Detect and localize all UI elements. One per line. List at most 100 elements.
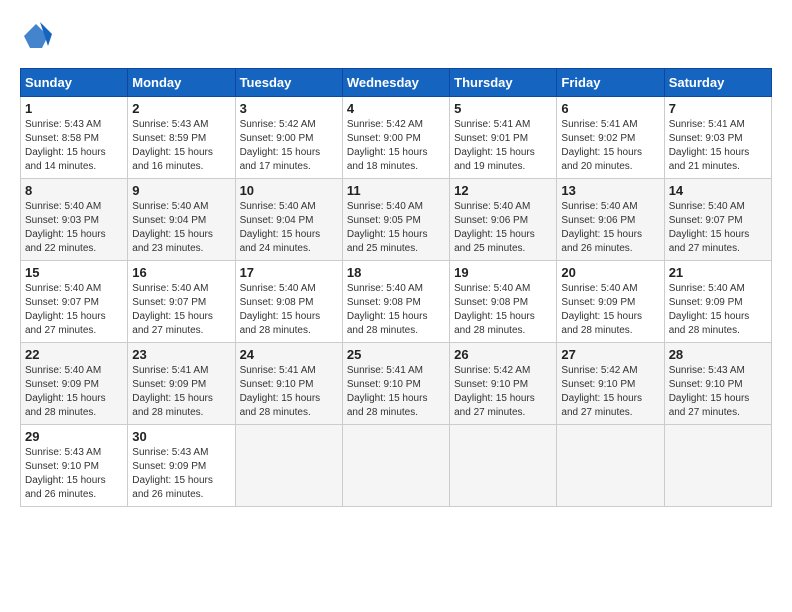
day-number: 17 — [240, 265, 338, 280]
calendar-cell: 21 Sunrise: 5:40 AM Sunset: 9:09 PM Dayl… — [664, 261, 771, 343]
day-number: 9 — [132, 183, 230, 198]
calendar-cell: 27 Sunrise: 5:42 AM Sunset: 9:10 PM Dayl… — [557, 343, 664, 425]
day-info: Sunrise: 5:40 AM Sunset: 9:07 PM Dayligh… — [669, 200, 767, 256]
day-number: 11 — [347, 183, 445, 198]
day-number: 8 — [25, 183, 123, 198]
day-info: Sunrise: 5:43 AM Sunset: 9:09 PM Dayligh… — [132, 446, 230, 502]
day-number: 10 — [240, 183, 338, 198]
day-number: 23 — [132, 347, 230, 362]
calendar-cell: 18 Sunrise: 5:40 AM Sunset: 9:08 PM Dayl… — [342, 261, 449, 343]
calendar-cell: 10 Sunrise: 5:40 AM Sunset: 9:04 PM Dayl… — [235, 179, 342, 261]
day-info: Sunrise: 5:43 AM Sunset: 9:10 PM Dayligh… — [669, 364, 767, 420]
day-number: 18 — [347, 265, 445, 280]
day-info: Sunrise: 5:40 AM Sunset: 9:09 PM Dayligh… — [669, 282, 767, 338]
day-number: 19 — [454, 265, 552, 280]
day-number: 20 — [561, 265, 659, 280]
day-info: Sunrise: 5:43 AM Sunset: 9:10 PM Dayligh… — [25, 446, 123, 502]
calendar-cell: 29 Sunrise: 5:43 AM Sunset: 9:10 PM Dayl… — [21, 425, 128, 507]
day-info: Sunrise: 5:41 AM Sunset: 9:02 PM Dayligh… — [561, 118, 659, 174]
day-number: 29 — [25, 429, 123, 444]
day-info: Sunrise: 5:41 AM Sunset: 9:03 PM Dayligh… — [669, 118, 767, 174]
calendar-cell — [557, 425, 664, 507]
day-number: 26 — [454, 347, 552, 362]
day-info: Sunrise: 5:43 AM Sunset: 8:58 PM Dayligh… — [25, 118, 123, 174]
day-info: Sunrise: 5:40 AM Sunset: 9:07 PM Dayligh… — [25, 282, 123, 338]
day-info: Sunrise: 5:43 AM Sunset: 8:59 PM Dayligh… — [132, 118, 230, 174]
day-number: 22 — [25, 347, 123, 362]
calendar-cell: 8 Sunrise: 5:40 AM Sunset: 9:03 PM Dayli… — [21, 179, 128, 261]
header-monday: Monday — [128, 69, 235, 97]
calendar-table: SundayMondayTuesdayWednesdayThursdayFrid… — [20, 68, 772, 507]
calendar-cell: 13 Sunrise: 5:40 AM Sunset: 9:06 PM Dayl… — [557, 179, 664, 261]
calendar-cell: 20 Sunrise: 5:40 AM Sunset: 9:09 PM Dayl… — [557, 261, 664, 343]
day-info: Sunrise: 5:41 AM Sunset: 9:01 PM Dayligh… — [454, 118, 552, 174]
calendar-cell: 17 Sunrise: 5:40 AM Sunset: 9:08 PM Dayl… — [235, 261, 342, 343]
day-info: Sunrise: 5:40 AM Sunset: 9:03 PM Dayligh… — [25, 200, 123, 256]
calendar-cell: 5 Sunrise: 5:41 AM Sunset: 9:01 PM Dayli… — [450, 97, 557, 179]
day-number: 12 — [454, 183, 552, 198]
week-row-4: 22 Sunrise: 5:40 AM Sunset: 9:09 PM Dayl… — [21, 343, 772, 425]
day-info: Sunrise: 5:41 AM Sunset: 9:10 PM Dayligh… — [240, 364, 338, 420]
calendar-cell — [342, 425, 449, 507]
day-number: 21 — [669, 265, 767, 280]
day-number: 4 — [347, 101, 445, 116]
header-saturday: Saturday — [664, 69, 771, 97]
day-number: 24 — [240, 347, 338, 362]
day-info: Sunrise: 5:42 AM Sunset: 9:10 PM Dayligh… — [454, 364, 552, 420]
calendar-cell: 2 Sunrise: 5:43 AM Sunset: 8:59 PM Dayli… — [128, 97, 235, 179]
day-number: 13 — [561, 183, 659, 198]
day-number: 16 — [132, 265, 230, 280]
calendar-cell: 16 Sunrise: 5:40 AM Sunset: 9:07 PM Dayl… — [128, 261, 235, 343]
calendar-cell: 24 Sunrise: 5:41 AM Sunset: 9:10 PM Dayl… — [235, 343, 342, 425]
day-number: 1 — [25, 101, 123, 116]
day-number: 27 — [561, 347, 659, 362]
day-number: 5 — [454, 101, 552, 116]
day-number: 15 — [25, 265, 123, 280]
calendar-cell — [235, 425, 342, 507]
day-info: Sunrise: 5:40 AM Sunset: 9:09 PM Dayligh… — [561, 282, 659, 338]
calendar-cell: 19 Sunrise: 5:40 AM Sunset: 9:08 PM Dayl… — [450, 261, 557, 343]
day-info: Sunrise: 5:40 AM Sunset: 9:07 PM Dayligh… — [132, 282, 230, 338]
calendar-cell: 26 Sunrise: 5:42 AM Sunset: 9:10 PM Dayl… — [450, 343, 557, 425]
calendar-cell: 15 Sunrise: 5:40 AM Sunset: 9:07 PM Dayl… — [21, 261, 128, 343]
week-row-3: 15 Sunrise: 5:40 AM Sunset: 9:07 PM Dayl… — [21, 261, 772, 343]
day-info: Sunrise: 5:42 AM Sunset: 9:00 PM Dayligh… — [240, 118, 338, 174]
week-row-2: 8 Sunrise: 5:40 AM Sunset: 9:03 PM Dayli… — [21, 179, 772, 261]
calendar-cell: 7 Sunrise: 5:41 AM Sunset: 9:03 PM Dayli… — [664, 97, 771, 179]
header-sunday: Sunday — [21, 69, 128, 97]
day-info: Sunrise: 5:42 AM Sunset: 9:10 PM Dayligh… — [561, 364, 659, 420]
calendar-cell: 4 Sunrise: 5:42 AM Sunset: 9:00 PM Dayli… — [342, 97, 449, 179]
page-header — [20, 20, 772, 52]
calendar-cell — [664, 425, 771, 507]
header-tuesday: Tuesday — [235, 69, 342, 97]
calendar-cell — [450, 425, 557, 507]
day-info: Sunrise: 5:40 AM Sunset: 9:04 PM Dayligh… — [240, 200, 338, 256]
logo — [20, 20, 56, 52]
calendar-cell: 23 Sunrise: 5:41 AM Sunset: 9:09 PM Dayl… — [128, 343, 235, 425]
calendar-cell: 9 Sunrise: 5:40 AM Sunset: 9:04 PM Dayli… — [128, 179, 235, 261]
day-info: Sunrise: 5:40 AM Sunset: 9:04 PM Dayligh… — [132, 200, 230, 256]
calendar-cell: 12 Sunrise: 5:40 AM Sunset: 9:06 PM Dayl… — [450, 179, 557, 261]
header-thursday: Thursday — [450, 69, 557, 97]
day-info: Sunrise: 5:40 AM Sunset: 9:06 PM Dayligh… — [561, 200, 659, 256]
day-info: Sunrise: 5:40 AM Sunset: 9:08 PM Dayligh… — [347, 282, 445, 338]
calendar-cell: 28 Sunrise: 5:43 AM Sunset: 9:10 PM Dayl… — [664, 343, 771, 425]
day-info: Sunrise: 5:41 AM Sunset: 9:09 PM Dayligh… — [132, 364, 230, 420]
day-number: 3 — [240, 101, 338, 116]
header-row: SundayMondayTuesdayWednesdayThursdayFrid… — [21, 69, 772, 97]
calendar-cell: 6 Sunrise: 5:41 AM Sunset: 9:02 PM Dayli… — [557, 97, 664, 179]
week-row-1: 1 Sunrise: 5:43 AM Sunset: 8:58 PM Dayli… — [21, 97, 772, 179]
header-friday: Friday — [557, 69, 664, 97]
day-info: Sunrise: 5:40 AM Sunset: 9:06 PM Dayligh… — [454, 200, 552, 256]
day-number: 30 — [132, 429, 230, 444]
calendar-cell: 25 Sunrise: 5:41 AM Sunset: 9:10 PM Dayl… — [342, 343, 449, 425]
day-number: 28 — [669, 347, 767, 362]
day-number: 25 — [347, 347, 445, 362]
day-info: Sunrise: 5:40 AM Sunset: 9:08 PM Dayligh… — [454, 282, 552, 338]
day-number: 6 — [561, 101, 659, 116]
calendar-cell: 3 Sunrise: 5:42 AM Sunset: 9:00 PM Dayli… — [235, 97, 342, 179]
day-info: Sunrise: 5:40 AM Sunset: 9:09 PM Dayligh… — [25, 364, 123, 420]
day-number: 2 — [132, 101, 230, 116]
day-info: Sunrise: 5:41 AM Sunset: 9:10 PM Dayligh… — [347, 364, 445, 420]
header-wednesday: Wednesday — [342, 69, 449, 97]
